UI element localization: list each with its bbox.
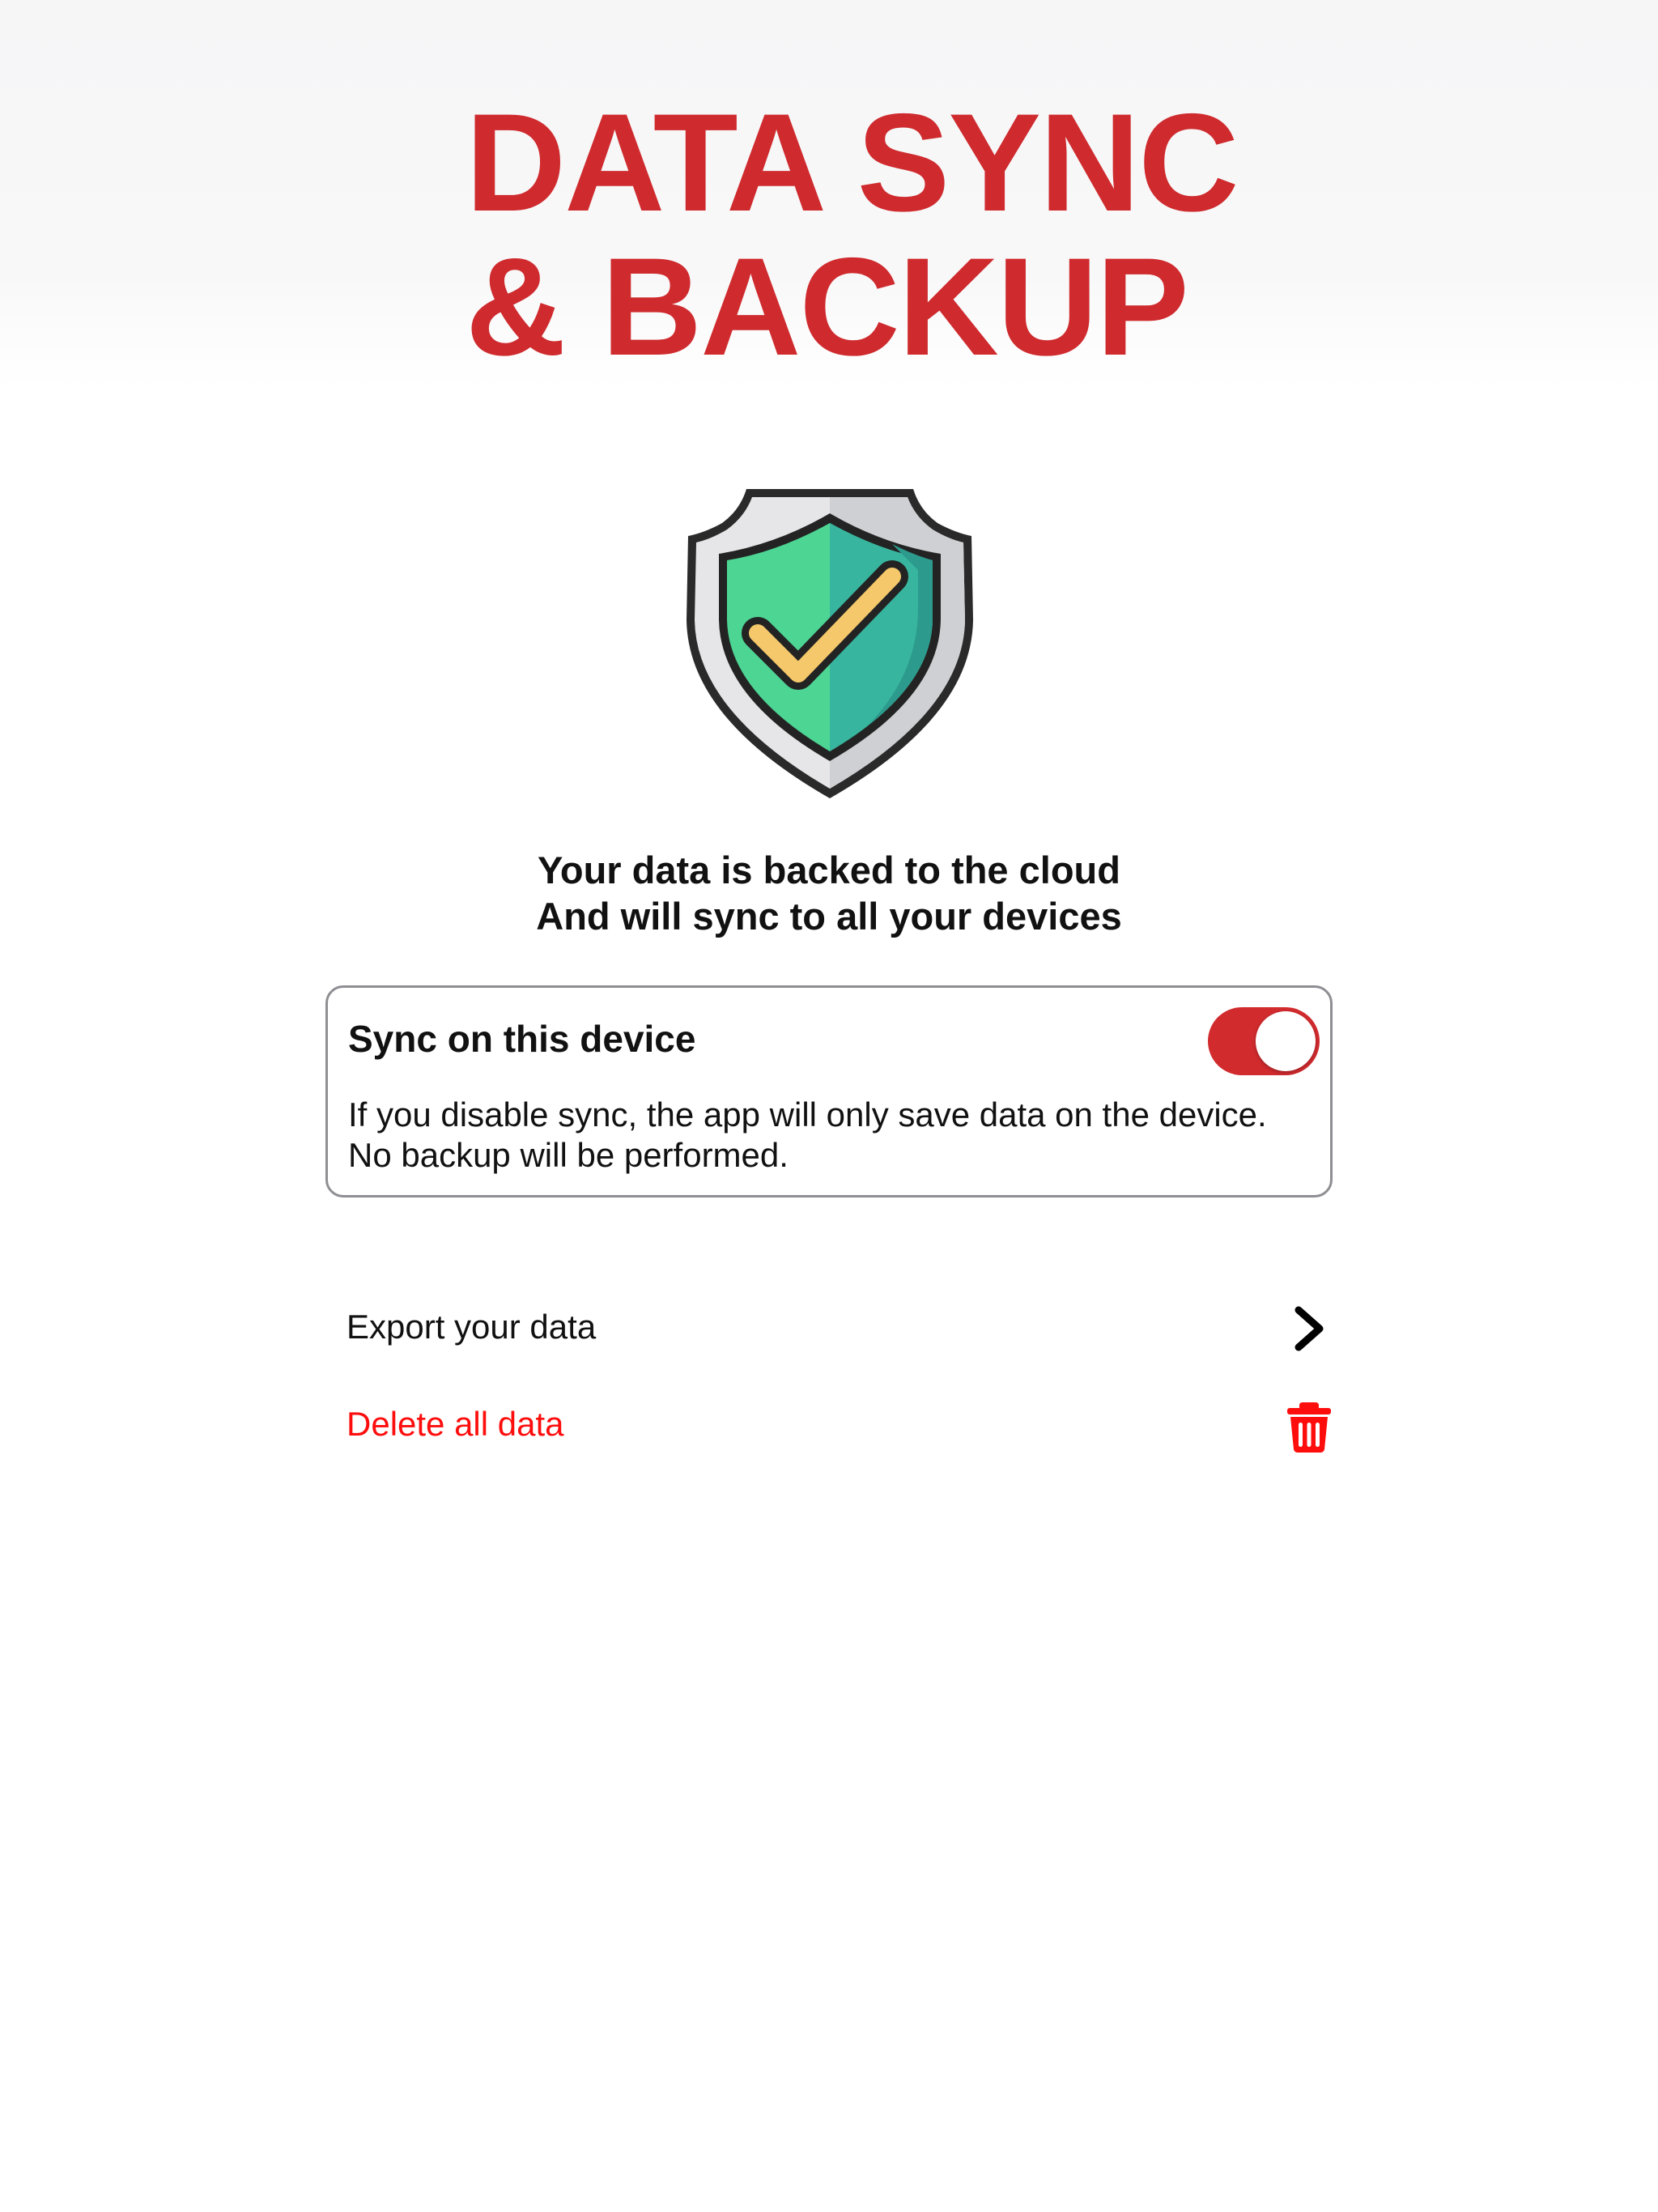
hero-title-line1: DATA SYNC: [466, 85, 1239, 240]
sync-description-line1: If you disable sync, the app will only s…: [348, 1095, 1267, 1134]
sync-card-description: If you disable sync, the app will only s…: [348, 1095, 1320, 1176]
sync-toggle-knob: [1256, 1011, 1316, 1071]
page: DATA SYNC & BACKUP Your data is backed t…: [0, 0, 1658, 2212]
sync-status-line1: Your data is backed to the cloud: [538, 849, 1120, 891]
delete-all-data-label: Delete all data: [346, 1405, 564, 1443]
sync-status-line2: And will sync to all your devices: [536, 895, 1122, 938]
export-data-row[interactable]: Export your data: [325, 1292, 1333, 1365]
sync-settings-card: Sync on this device If you disable sync,…: [325, 985, 1333, 1197]
hero-title: DATA SYNC & BACKUP: [466, 91, 1356, 379]
sync-description-line2: No backup will be performed.: [348, 1136, 789, 1174]
sync-status-message: Your data is backed to the cloud And wil…: [424, 847, 1234, 939]
trash-icon: [1287, 1402, 1331, 1453]
shield-check-icon: [687, 489, 973, 798]
chevron-right-icon: [1295, 1306, 1324, 1351]
hero-title-line2: & BACKUP: [466, 229, 1189, 385]
delete-all-data-row[interactable]: Delete all data: [325, 1389, 1333, 1462]
sync-card-title: Sync on this device: [348, 1018, 696, 1060]
sync-toggle[interactable]: [1208, 1007, 1320, 1075]
export-data-label: Export your data: [346, 1308, 597, 1346]
